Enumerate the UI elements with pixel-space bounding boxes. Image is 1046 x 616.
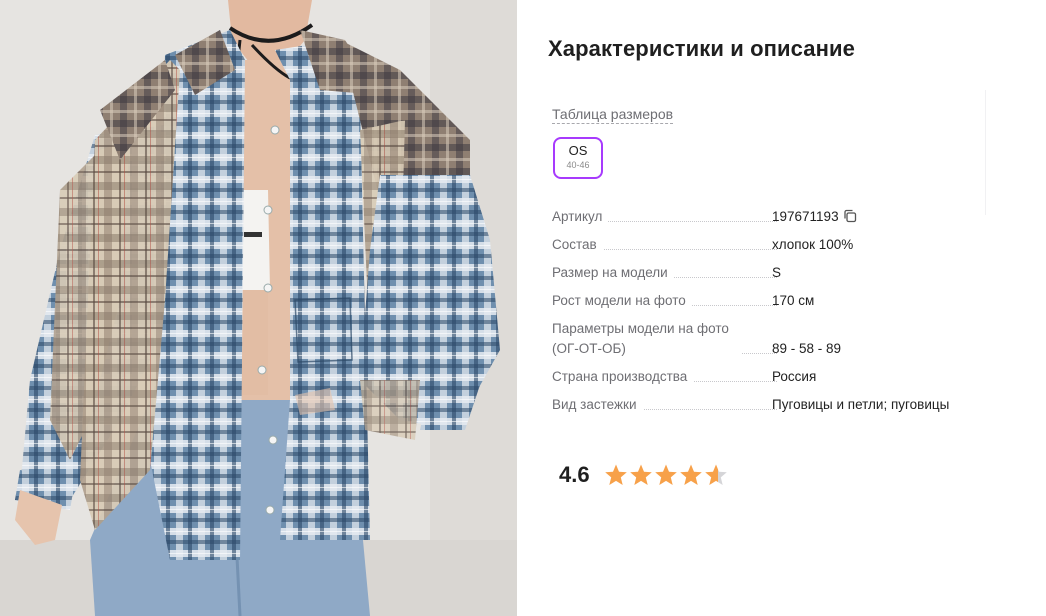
star-icon [604, 464, 627, 485]
spec-value: S [772, 265, 782, 280]
spec-name: Параметры модели на фото (ОГ-ОТ-ОБ) [552, 319, 742, 359]
spec-name: Артикул [552, 207, 609, 227]
spec-row-country: Страна производства Россия [552, 367, 1022, 387]
spec-value: Россия [772, 369, 817, 384]
size-table-link[interactable]: Таблица размеров [552, 106, 674, 124]
spec-name: Рост модели на фото [552, 291, 692, 311]
spec-name: Вид застежки [552, 395, 643, 415]
spec-row-model-size: Размер на модели S [552, 263, 1022, 283]
spec-value: 170 см [772, 293, 815, 308]
divider [985, 90, 986, 215]
star-icon [704, 464, 727, 485]
spec-value: Пуговицы и петли; пуговицы [772, 397, 950, 412]
size-option-label: OS [568, 143, 588, 158]
product-info-panel: Характеристики и описание Таблица размер… [517, 0, 1046, 616]
spec-name-line: Параметры модели на фото [552, 321, 729, 336]
spec-name: Состав [552, 235, 603, 255]
spec-value: хлопок 100% [772, 237, 854, 252]
rating-stars [604, 463, 728, 487]
spec-name: Страна производства [552, 367, 694, 387]
product-rating[interactable]: 4.6 [559, 462, 728, 488]
spec-row-model-params: Параметры модели на фото (ОГ-ОТ-ОБ) 89 -… [552, 319, 1022, 359]
rating-value: 4.6 [559, 462, 590, 487]
star-icon [654, 464, 677, 485]
spec-value: 197671193 [772, 207, 857, 227]
spec-value: 89 - 58 - 89 [772, 341, 842, 356]
spec-name: Размер на модели [552, 263, 674, 283]
spec-row-model-height: Рост модели на фото 170 см [552, 291, 1022, 311]
star-icon [679, 464, 702, 485]
product-photo [0, 0, 517, 616]
section-title: Характеристики и описание [548, 36, 855, 61]
copy-icon[interactable] [843, 209, 857, 223]
spec-name-line: (ОГ-ОТ-ОБ) [552, 339, 632, 359]
spec-row-article: Артикул 197671193 [552, 207, 1022, 227]
spec-row-composition: Состав хлопок 100% [552, 235, 1022, 255]
article-number: 197671193 [772, 209, 839, 224]
star-icon [629, 464, 652, 485]
size-option-range: 40-46 [566, 160, 590, 170]
product-photo-illustration [0, 0, 517, 616]
spec-row-fastener: Вид застежки Пуговицы и петли; пуговицы [552, 395, 1022, 415]
size-option-os[interactable]: OS 40-46 [553, 137, 603, 179]
